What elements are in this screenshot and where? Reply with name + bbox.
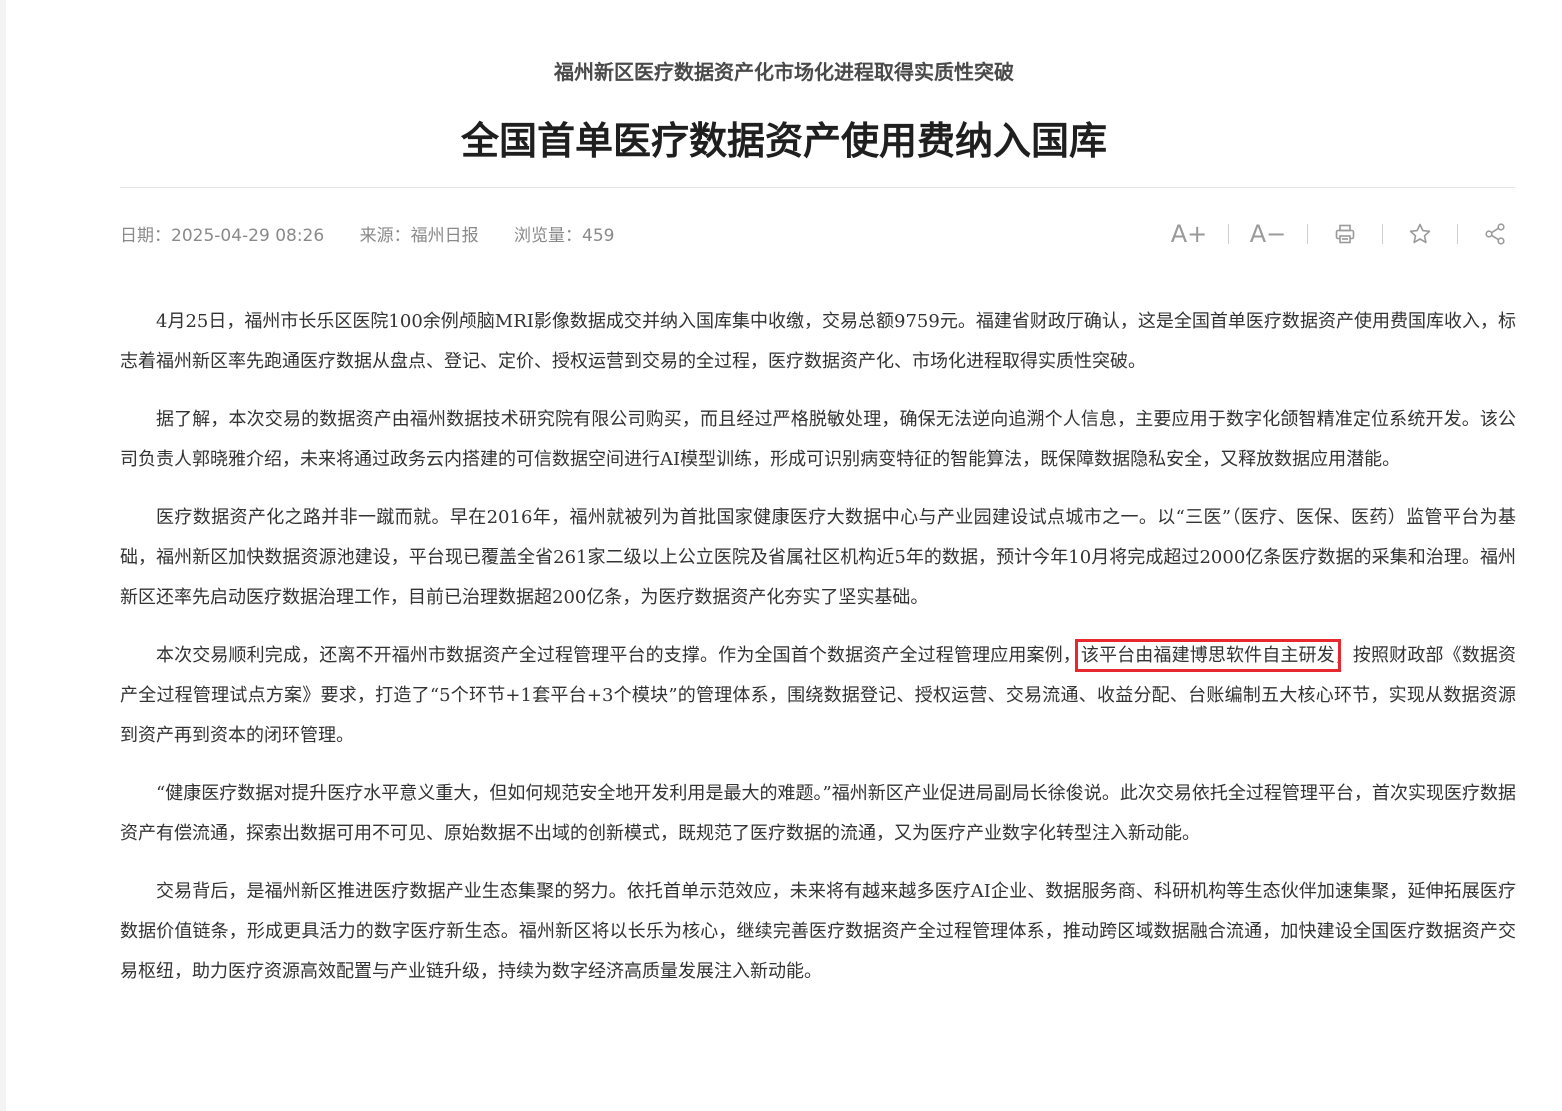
paragraph-text: 本次交易顺利完成，还离不开福州市数据资产全过程管理平台的支撑。作为全国首个数据资… — [156, 645, 1081, 666]
highlighted-phrase: 该平台由福建博思软件自主研发 — [1074, 639, 1341, 672]
toolbar-divider — [1307, 224, 1308, 244]
paragraph: 本次交易顺利完成，还离不开福州市数据资产全过程管理平台的支撑。作为全国首个数据资… — [120, 636, 1516, 756]
font-increase-button[interactable]: A+ — [1167, 216, 1211, 252]
toolbar-divider — [1457, 224, 1458, 244]
article-toolbar: A+ A− — [1167, 216, 1515, 252]
share-button[interactable] — [1475, 216, 1515, 252]
print-icon — [1335, 224, 1355, 244]
font-decrease-button[interactable]: A− — [1246, 216, 1290, 252]
article-body: 4月25日，福州市长乐区医院100余例颅脑MRI影像数据成交并纳入国库集中收缴，… — [120, 302, 1516, 1010]
toolbar-divider — [1382, 224, 1383, 244]
article-page: 福州新区医疗数据资产化市场化进程取得实质性突破 全国首单医疗数据资产使用费纳入国… — [6, 0, 1562, 1111]
paragraph: 据了解，本次交易的数据资产由福州数据技术研究院有限公司购买，而且经过严格脱敏处理… — [120, 409, 1516, 470]
article-meta: 日期：2025-04-29 08:26 来源：福州日报 浏览量：459 — [120, 221, 644, 246]
paragraph: 4月25日，福州市长乐区医院100余例颅脑MRI影像数据成交并纳入国库集中收缴，… — [120, 311, 1516, 372]
share-icon — [1485, 223, 1505, 245]
paragraph: “健康医疗数据对提升医疗水平意义重大，但如何规范安全地开发利用是最大的难题。”福… — [120, 783, 1516, 844]
article-title: 全国首单医疗数据资产使用费纳入国库 — [460, 119, 1107, 163]
paragraph: 医疗数据资产化之路并非一蹴而就。早在2016年，福州就被列为首批国家健康医疗大数… — [120, 507, 1516, 608]
print-button[interactable] — [1325, 216, 1365, 252]
view-count: 浏览量：459 — [514, 226, 615, 246]
article-subtitle: 福州新区医疗数据资产化市场化进程取得实质性突破 — [554, 60, 1014, 84]
paragraph: 交易背后，是福州新区推进医疗数据产业生态集聚的努力。依托首单示范效应，未来将有越… — [120, 881, 1516, 982]
title-divider — [120, 187, 1515, 188]
star-icon — [1409, 223, 1431, 244]
favorite-button[interactable] — [1400, 216, 1440, 252]
publish-date: 日期：2025-04-29 08:26 — [120, 226, 325, 246]
toolbar-divider — [1228, 224, 1229, 244]
article-source: 来源：福州日报 — [359, 226, 479, 246]
